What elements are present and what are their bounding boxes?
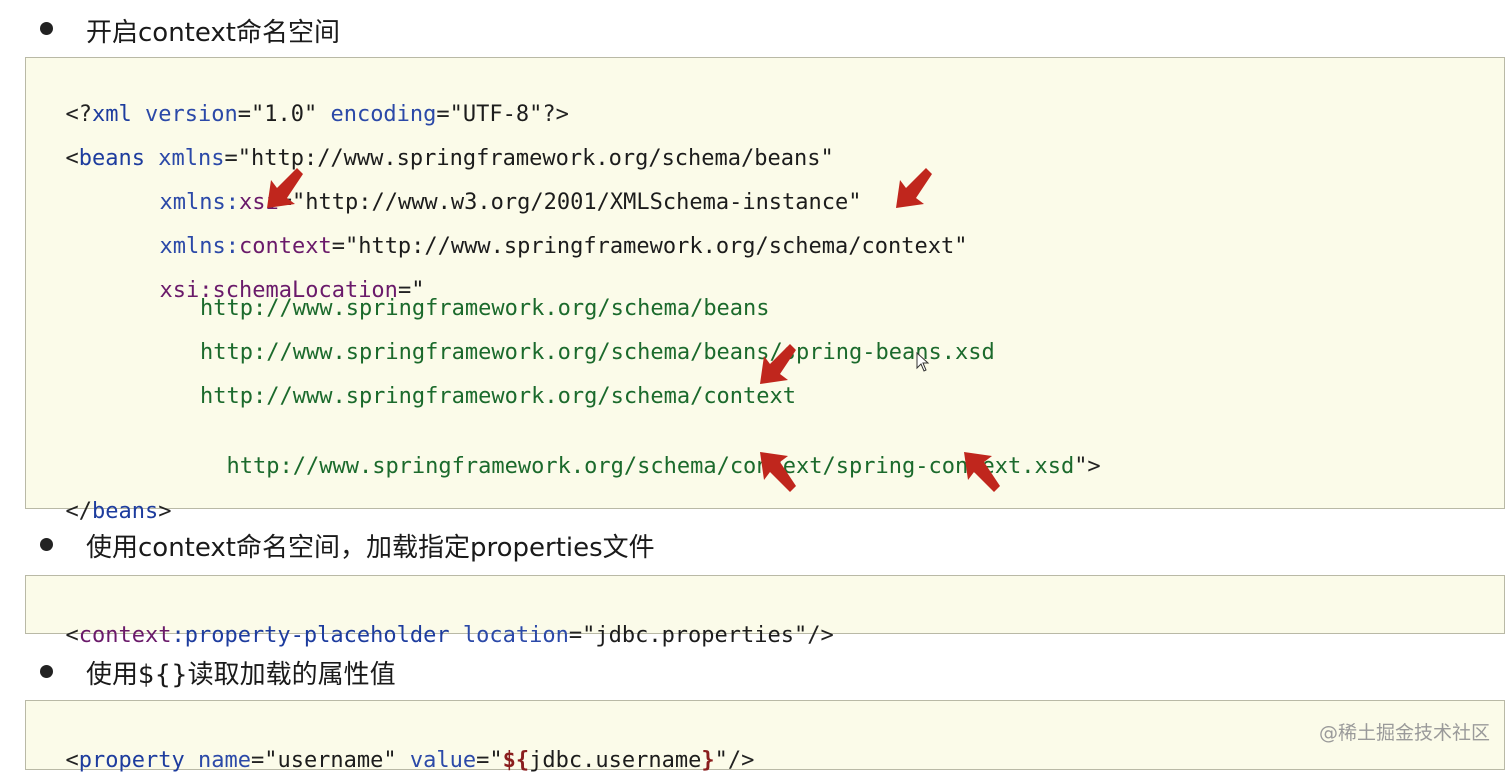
- code-line-beans-close: </beans>: [39, 473, 172, 525]
- code-line-property: <property name="username" value="${jdbc.…: [39, 722, 755, 774]
- code-token: />: [807, 623, 834, 648]
- code-token: context: [78, 623, 172, 648]
- code-line-url-context: http://www.springframework.org/schema/co…: [200, 384, 797, 409]
- code-token: <: [65, 146, 79, 171]
- code-token: :property-placeholder: [171, 623, 450, 648]
- section-heading-2: 使用context命名空间，加载指定properties文件: [86, 533, 655, 563]
- watermark: @稀土掘金技术社区: [1318, 722, 1490, 744]
- code-token: xsi: [159, 278, 200, 303]
- red-arrow-icon: [760, 344, 796, 384]
- section-heading-3: 使用${}读取加载的属性值: [86, 660, 396, 690]
- code-token: =: [568, 623, 583, 648]
- code-token: >: [158, 499, 172, 524]
- code-token: </: [65, 499, 93, 524]
- mouse-cursor-icon: [916, 352, 930, 372]
- red-arrow-icon: [760, 452, 796, 492]
- red-arrow-icon: [896, 168, 932, 208]
- bullet-dot-icon: [40, 22, 53, 35]
- code-token: beans: [92, 499, 159, 524]
- bullet-dot-icon: [40, 665, 53, 678]
- code-token: location: [462, 623, 569, 648]
- section-heading-1: 开启context命名空间: [86, 18, 340, 48]
- code-line-property-placeholder: <context:property-placeholder location="…: [39, 597, 834, 649]
- red-arrow-icon: [267, 168, 303, 208]
- code-line-url-beans-xsd: http://www.springframework.org/schema/be…: [200, 340, 995, 365]
- code-line-url-beans: http://www.springframework.org/schema/be…: [200, 296, 770, 321]
- code-token: "http://www.springframework.org/schema/c…: [344, 234, 968, 259]
- code-token: <: [65, 623, 79, 648]
- code-token: ">: [1074, 454, 1101, 479]
- code-token: http://www.springframework.org/schema/co…: [226, 454, 1075, 479]
- code-token: "jdbc.properties": [582, 623, 808, 648]
- bullet-dot-icon: [40, 538, 53, 551]
- red-arrow-icon: [964, 452, 1000, 492]
